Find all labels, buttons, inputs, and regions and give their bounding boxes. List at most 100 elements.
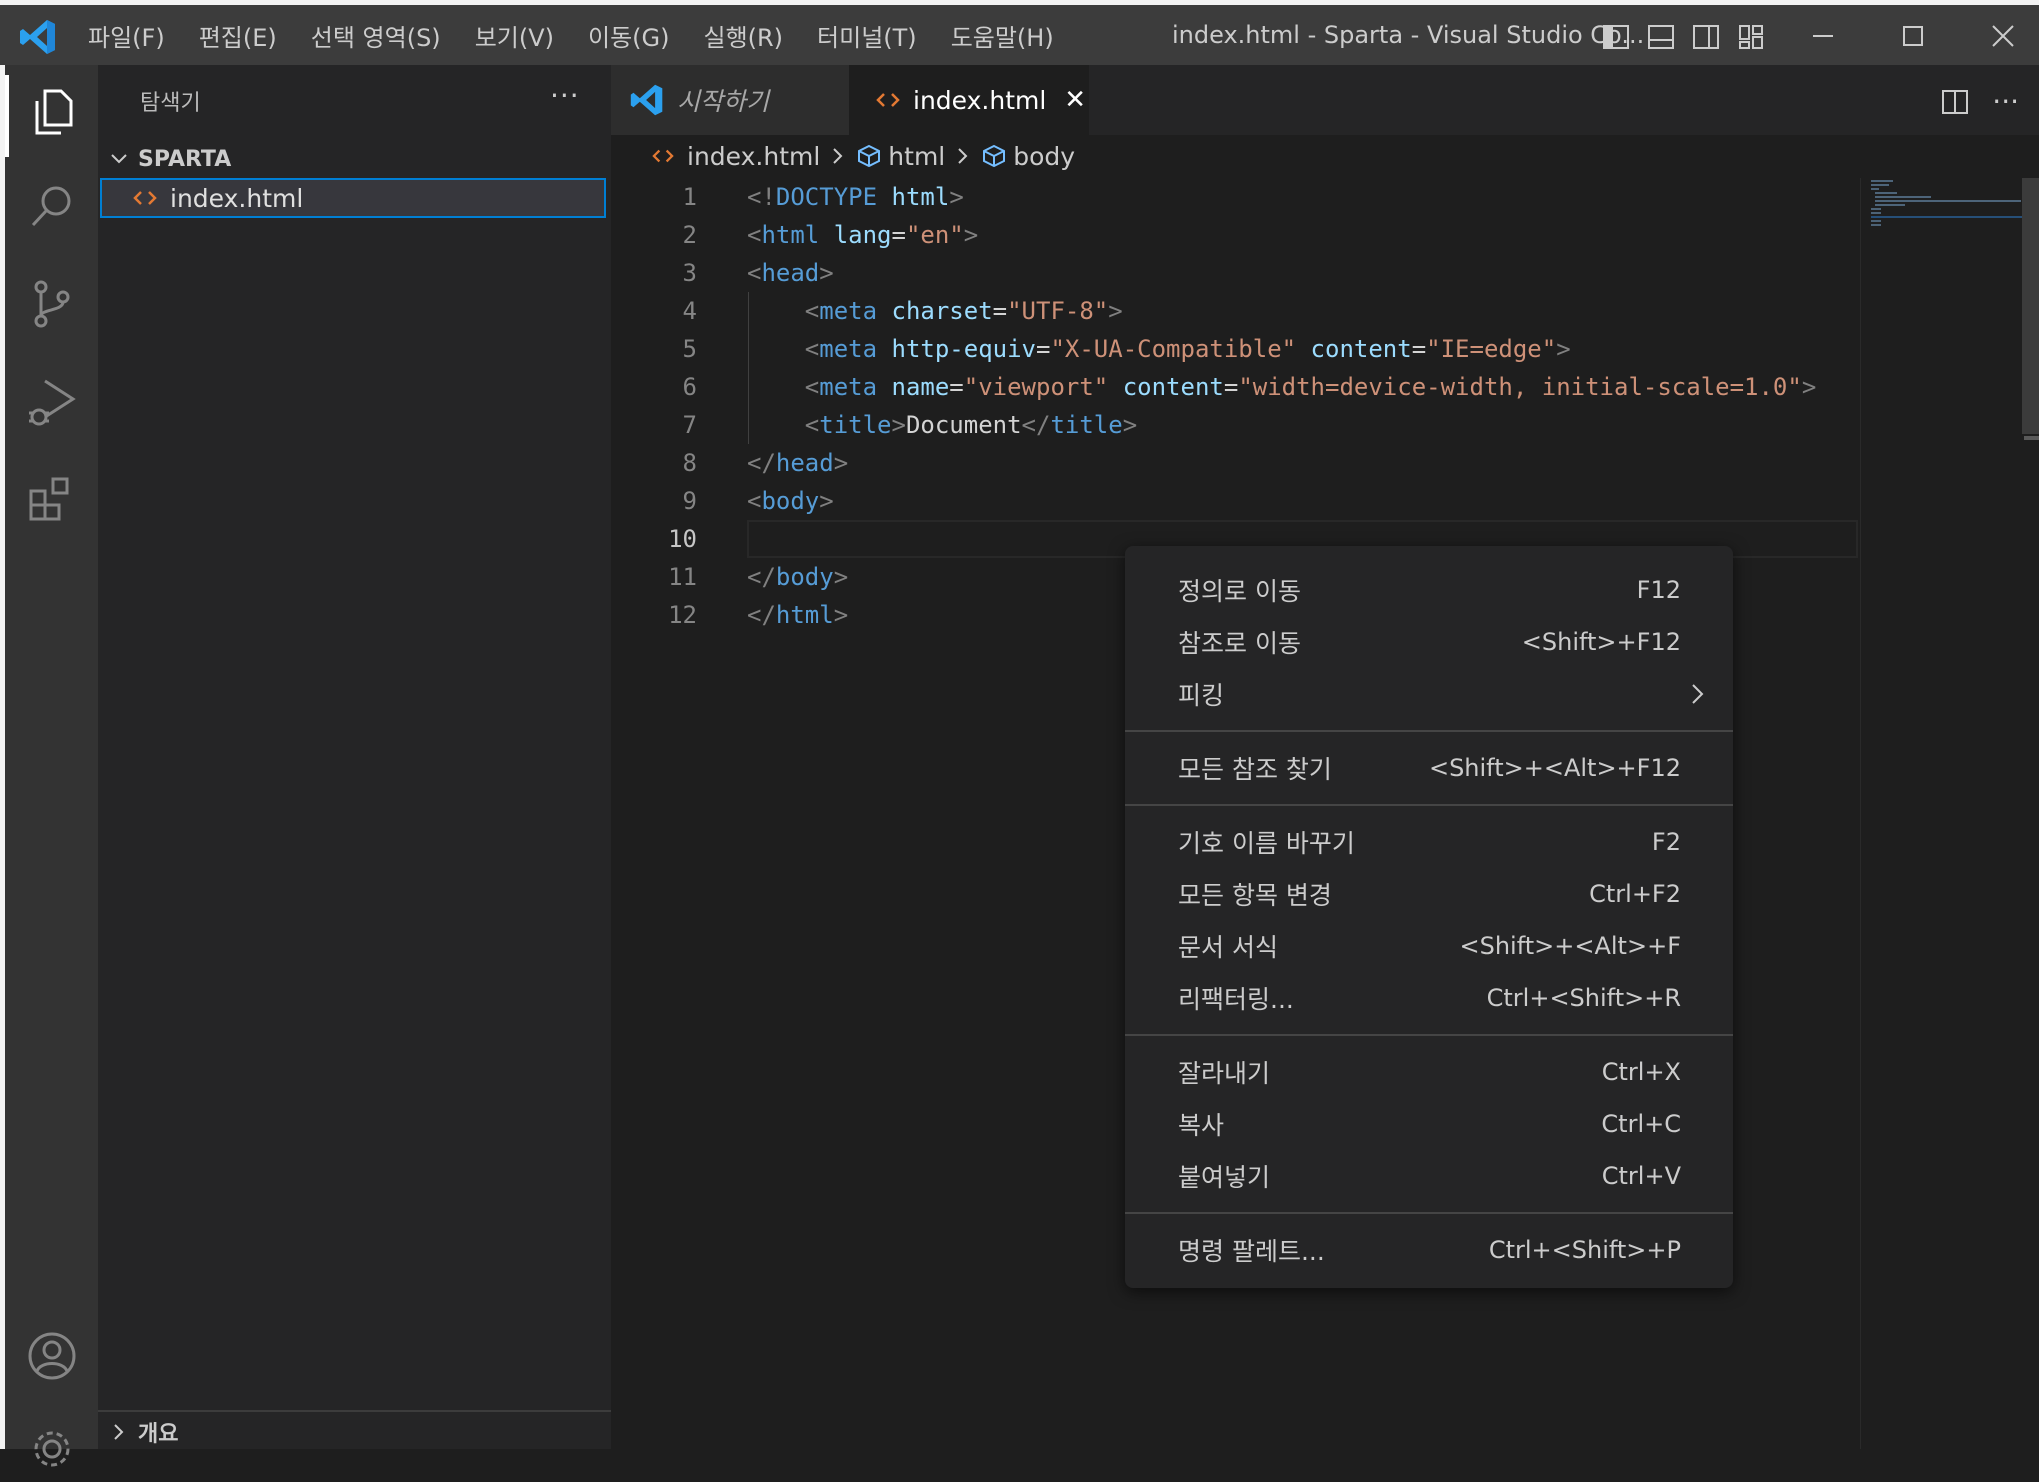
toggle-secondary-sidebar-icon[interactable] xyxy=(1692,23,1720,51)
context-menu-item[interactable]: 리팩터링... Ctrl+<Shift>+R xyxy=(1125,972,1733,1024)
close-window-icon[interactable] xyxy=(1986,19,2020,53)
outline-section[interactable]: 개요 xyxy=(98,1410,611,1452)
code-line[interactable]: 5 <meta http-equiv="X-UA-Compatible" con… xyxy=(611,330,1858,368)
code-token: "IE=edge" xyxy=(1426,335,1557,363)
file-index-html[interactable]: index.html xyxy=(100,178,606,218)
code-token: "en" xyxy=(905,221,964,249)
code-line[interactable]: 8 </head> xyxy=(611,444,1858,482)
tab-welcome[interactable]: 시작하기 xyxy=(611,65,849,135)
symbol-element-icon xyxy=(858,144,881,168)
minimap[interactable] xyxy=(1860,178,2023,1449)
code-line[interactable]: 4 <meta charset="UTF-8"> xyxy=(611,292,1858,330)
split-editor-icon[interactable] xyxy=(1940,87,1970,117)
code-token: < xyxy=(804,297,820,325)
extensions-button[interactable] xyxy=(23,469,81,527)
line-source: <html lang="en"> xyxy=(747,216,978,254)
line-number: 10 xyxy=(668,525,697,553)
line-source: <meta name="viewport" content="width=dev… xyxy=(747,368,1817,406)
code-token: html xyxy=(761,221,820,249)
code-line[interactable]: 2 <html lang="en"> xyxy=(611,216,1858,254)
code-token: < xyxy=(804,335,820,363)
context-menu-item[interactable]: 붙여넣기 Ctrl+V xyxy=(1125,1150,1733,1202)
menu-item-shortcut: <Shift>+F12 xyxy=(1521,628,1681,656)
line-source: </html> xyxy=(747,596,848,634)
menu-selection[interactable]: 선택 영역(S) xyxy=(311,18,441,53)
maximize-icon[interactable] xyxy=(1896,19,1930,53)
customize-layout-icon[interactable] xyxy=(1737,23,1765,51)
code-token: title xyxy=(1050,411,1123,439)
minimize-icon[interactable] xyxy=(1806,19,1840,53)
menu-item-shortcut: <Shift>+<Alt>+F xyxy=(1459,932,1681,960)
gear-icon xyxy=(34,1431,70,1467)
context-menu-item[interactable]: 복사 Ctrl+C xyxy=(1125,1098,1733,1150)
accounts-button[interactable] xyxy=(23,1327,81,1385)
context-menu-item[interactable]: 피킹 xyxy=(1125,668,1733,720)
toggle-panel-icon[interactable] xyxy=(1647,23,1675,51)
breadcrumb-body[interactable]: body xyxy=(981,142,1075,171)
code-line[interactable]: 1 <!DOCTYPE html> xyxy=(611,178,1858,216)
breadcrumb: index.html html body xyxy=(611,135,2039,177)
scrollbar-thumb[interactable] xyxy=(2022,178,2039,434)
chevron-down-icon xyxy=(111,154,127,164)
context-menu-item[interactable]: 모든 항목 변경 Ctrl+F2 xyxy=(1125,868,1733,920)
menu-terminal[interactable]: 터미널(T) xyxy=(817,18,917,53)
sidebar-more-actions[interactable]: ··· xyxy=(550,79,580,112)
line-source: <!DOCTYPE html> xyxy=(747,178,964,216)
manage-button[interactable] xyxy=(23,1420,81,1478)
line-number: 3 xyxy=(682,259,697,287)
context-menu-item[interactable]: 잘라내기 Ctrl+X xyxy=(1125,1046,1733,1098)
tab-index-html[interactable]: index.html ✕ xyxy=(849,65,1089,135)
source-control-button[interactable] xyxy=(23,275,81,333)
symbol-element-icon xyxy=(983,144,1006,168)
folder-sparta[interactable]: SPARTA xyxy=(108,141,231,177)
code-token: Document xyxy=(905,411,1022,439)
code-line[interactable]: 3 <head> xyxy=(611,254,1858,292)
code-line[interactable]: 6 <meta name="viewport" content="width=d… xyxy=(611,368,1858,406)
menu-item-shortcut: F12 xyxy=(1636,576,1681,604)
menu-file[interactable]: 파일(F) xyxy=(88,18,165,53)
code-token: body xyxy=(761,487,820,515)
context-menu-item[interactable]: 명령 팔레트... Ctrl+<Shift>+P xyxy=(1125,1224,1733,1276)
title-bar: 파일(F) 편집(E) 선택 영역(S) 보기(V) 이동(G) 실행(R) 터… xyxy=(0,0,2039,65)
explorer-button[interactable] xyxy=(23,83,81,141)
vertical-scrollbar[interactable] xyxy=(2022,178,2039,1449)
menu-item-label: 모든 항목 변경 xyxy=(1178,881,1332,910)
code-token: </ xyxy=(1021,411,1051,439)
menu-item-label: 모든 참조 찾기 xyxy=(1178,755,1332,784)
run-debug-button[interactable] xyxy=(23,373,81,431)
close-tab-icon[interactable]: ✕ xyxy=(1064,85,1086,115)
activity-bar xyxy=(0,65,98,1467)
menu-go[interactable]: 이동(G) xyxy=(588,18,669,53)
breadcrumb-html-label: html xyxy=(888,141,946,171)
toggle-primary-sidebar-icon[interactable] xyxy=(1602,23,1630,51)
source-control-icon xyxy=(34,280,70,328)
breadcrumb-file[interactable]: index.html xyxy=(651,142,820,171)
code-token: DOCTYPE xyxy=(775,183,878,211)
context-menu-item[interactable]: 기호 이름 바꾸기 F2 xyxy=(1125,816,1733,868)
code-line[interactable]: 7 <title>Document</title> xyxy=(611,406,1858,444)
menu-run[interactable]: 실행(R) xyxy=(703,18,783,53)
breadcrumb-html[interactable]: html xyxy=(856,142,945,171)
menu-edit[interactable]: 편집(E) xyxy=(199,18,277,53)
code-token: </ xyxy=(747,449,776,477)
account-icon xyxy=(28,1332,76,1380)
line-source: <head> xyxy=(747,254,834,292)
editor-more-actions[interactable]: ··· xyxy=(1992,85,2019,118)
menu-help[interactable]: 도움말(H) xyxy=(951,18,1054,53)
code-line[interactable]: 9 <body> xyxy=(611,482,1858,520)
menu-item-label: 명령 팔레트... xyxy=(1178,1237,1325,1266)
search-button[interactable] xyxy=(23,177,81,235)
menu-item-label: 리팩터링... xyxy=(1178,985,1294,1014)
code-token: = xyxy=(949,373,964,401)
context-menu-item[interactable]: 참조로 이동 <Shift>+F12 xyxy=(1125,616,1733,668)
context-menu-item[interactable]: 정의로 이동 F12 xyxy=(1125,564,1733,616)
context-menu-item[interactable]: 문서 서식 <Shift>+<Alt>+F xyxy=(1125,920,1733,972)
context-menu-item[interactable]: 모든 참조 찾기 <Shift>+<Alt>+F12 xyxy=(1125,742,1733,794)
line-source: <meta http-equiv="X-UA-Compatible" conte… xyxy=(747,330,1571,368)
menu-separator xyxy=(1125,1034,1733,1036)
menu-view[interactable]: 보기(V) xyxy=(475,18,554,53)
html-file-icon xyxy=(876,93,900,107)
